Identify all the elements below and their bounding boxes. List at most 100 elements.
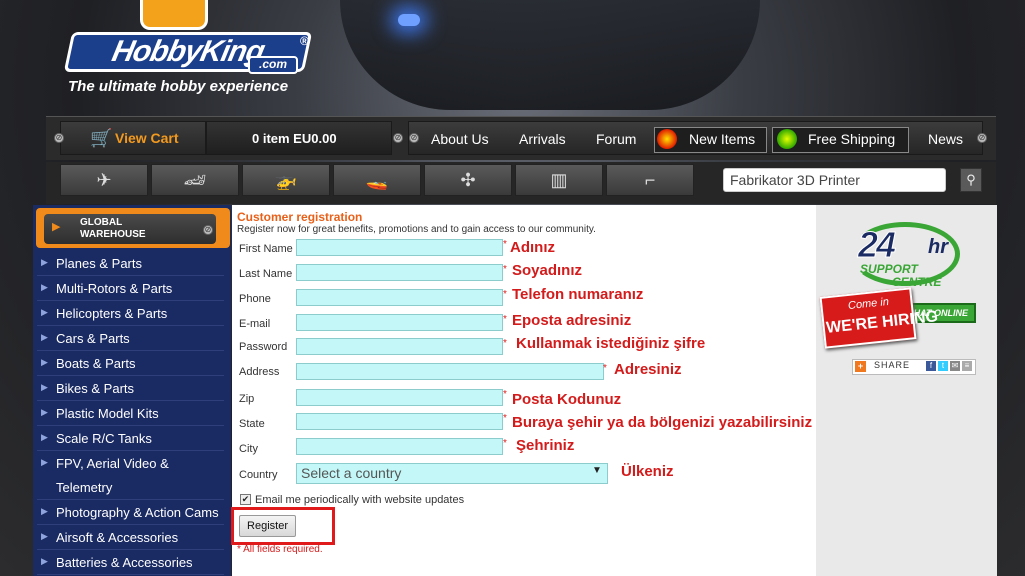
screw-icon: ⊘ — [203, 225, 213, 235]
cart-icon[interactable]: 🛒 — [90, 128, 112, 148]
sidebar-item-multirotors[interactable]: ▶ Multi-Rotors & Parts — [37, 276, 224, 301]
first-name-field[interactable] — [296, 239, 503, 256]
menu-arrow-icon: ▶ — [41, 332, 48, 342]
zip-field[interactable] — [296, 389, 503, 406]
last-name-field[interactable] — [296, 264, 503, 281]
logo-tagline: The ultimate hobby experience — [68, 78, 289, 95]
required-fields-note: * All fields required. — [237, 544, 323, 555]
sidebar-item-label: Plastic Model Kits — [56, 406, 159, 421]
email-updates-checkbox[interactable]: ✔ — [240, 494, 251, 505]
required-mark: * — [503, 413, 507, 424]
logo-registered: ® — [300, 34, 309, 48]
menu-arrow-icon: ▶ — [41, 506, 48, 516]
required-mark: * — [503, 438, 507, 449]
menu-arrow-icon: ▶ — [41, 556, 48, 566]
sidebar-item-airsoft[interactable]: ▶ Airsoft & Accessories — [37, 525, 224, 550]
required-mark: * — [503, 338, 507, 349]
sidebar-item-label: Bikes & Parts — [56, 381, 135, 396]
plane-icon[interactable]: ✈ — [60, 164, 148, 196]
nav-arrivals[interactable]: Arrivals — [519, 131, 566, 147]
twitter-icon[interactable]: t — [938, 361, 948, 371]
email-field[interactable] — [296, 314, 503, 331]
nav-forum[interactable]: Forum — [596, 131, 636, 147]
screw-icon: ⊘ — [393, 133, 403, 143]
nav-new-items[interactable]: New Items — [689, 131, 755, 147]
search-icon[interactable]: ⚲ — [960, 168, 982, 192]
menu-arrow-icon: ▶ — [41, 357, 48, 367]
more-icon[interactable]: ≡ — [962, 361, 972, 371]
city-label: City — [239, 443, 258, 455]
crown-icon — [140, 0, 208, 30]
first-name-annotation: Adınız — [510, 239, 555, 256]
screw-icon: ⊘ — [409, 133, 419, 143]
cart-status: 0 item EU0.00 — [252, 131, 337, 146]
state-label: State — [239, 418, 265, 430]
support-word: SUPPORT — [860, 262, 918, 276]
address-label: Address — [239, 366, 280, 378]
address-field[interactable] — [296, 363, 604, 380]
battery-icon[interactable]: ▥ — [515, 164, 603, 196]
menu-arrow-icon: ▶ — [41, 382, 48, 392]
boat-icon[interactable]: 🚤 — [333, 164, 421, 196]
country-label: Country — [239, 469, 278, 481]
sidebar-item-label: Airsoft & Accessories — [56, 530, 179, 545]
sidebar-item-label: Scale R/C Tanks — [56, 431, 152, 446]
search-input[interactable] — [723, 168, 946, 192]
sidebar-item-fpv[interactable]: ▶ FPV, Aerial Video & Telemetry — [37, 451, 224, 500]
password-field[interactable] — [296, 338, 503, 355]
share-plus-icon: + — [855, 361, 866, 372]
menu-arrow-icon: ▶ — [41, 531, 48, 541]
support-24[interactable]: 24 — [857, 224, 896, 266]
phone-field[interactable] — [296, 289, 503, 306]
sidebar-item-tanks[interactable]: ▶ Scale R/C Tanks — [37, 426, 224, 451]
country-select[interactable]: Select a country — [296, 463, 608, 484]
helicopter-icon[interactable]: 🚁 — [242, 164, 330, 196]
dropdown-arrow-icon[interactable]: ▼ — [592, 465, 602, 476]
city-field[interactable] — [296, 438, 503, 455]
nav-about-us[interactable]: About Us — [431, 131, 489, 147]
sidebar-item-batteries[interactable]: ▶ Batteries & Accessories — [37, 550, 224, 575]
phone-label: Phone — [239, 293, 271, 305]
multirotor-icon[interactable]: ✣ — [424, 164, 512, 196]
password-annotation: Kullanmak istediğiniz şifre — [516, 335, 706, 352]
sidebar-item-helicopters[interactable]: ▶ Helicopters & Parts — [37, 301, 224, 326]
first-name-label: First Name — [239, 243, 293, 255]
nav-news[interactable]: News — [928, 131, 963, 147]
header-car-light — [398, 14, 420, 26]
view-cart-link[interactable]: View Cart — [115, 130, 179, 146]
sidebar-item-cars[interactable]: ▶ Cars & Parts — [37, 326, 224, 351]
sidebar-item-photography[interactable]: ▶ Photography & Action Cams — [37, 500, 224, 525]
country-annotation: Ülkeniz — [621, 463, 674, 480]
menu-arrow-icon: ▶ — [41, 257, 48, 267]
required-mark: * — [503, 239, 507, 250]
airsoft-icon[interactable]: ⌐ — [606, 164, 694, 196]
register-button[interactable]: Register — [239, 515, 296, 537]
last-name-label: Last Name — [239, 268, 293, 280]
menu-arrow-icon: ▶ — [41, 432, 48, 442]
nav-free-shipping[interactable]: Free Shipping — [808, 131, 895, 147]
screw-icon: ⊘ — [54, 133, 64, 143]
email-icon[interactable]: ✉ — [950, 361, 960, 371]
required-mark: * — [503, 289, 507, 300]
address-annotation: Adresiniz — [614, 361, 682, 378]
state-field[interactable] — [296, 413, 503, 430]
facebook-icon[interactable]: f — [926, 361, 936, 371]
sidebar-item-label: Multi-Rotors & Parts — [56, 281, 173, 296]
zip-label: Zip — [239, 393, 255, 405]
required-mark: * — [503, 389, 507, 400]
sidebar-item-label: Telemetry — [56, 480, 113, 495]
sidebar-item-label: Helicopters & Parts — [56, 306, 168, 321]
email-label: E-mail — [239, 318, 271, 330]
new-items-dot-icon — [657, 129, 677, 149]
hobbyking-logo[interactable]: HobbyKing .com ® The ultimate hobby expe… — [62, 0, 322, 100]
sidebar-item-plastic-kits[interactable]: ▶ Plastic Model Kits — [37, 401, 224, 426]
sidebar-item-label: Cars & Parts — [56, 331, 130, 346]
car-icon[interactable]: 🏎 — [151, 164, 239, 196]
sidebar-item-boats[interactable]: ▶ Boats & Parts — [37, 351, 224, 376]
sidebar-item-bikes[interactable]: ▶ Bikes & Parts — [37, 376, 224, 401]
menu-arrow-icon: ▶ — [41, 307, 48, 317]
sidebar-item-planes[interactable]: ▶ Planes & Parts — [37, 251, 224, 276]
required-mark: * — [503, 314, 507, 325]
global-warehouse-label: GLOBAL WAREHOUSE — [80, 217, 146, 240]
play-arrow-icon: ▶ — [52, 221, 61, 233]
